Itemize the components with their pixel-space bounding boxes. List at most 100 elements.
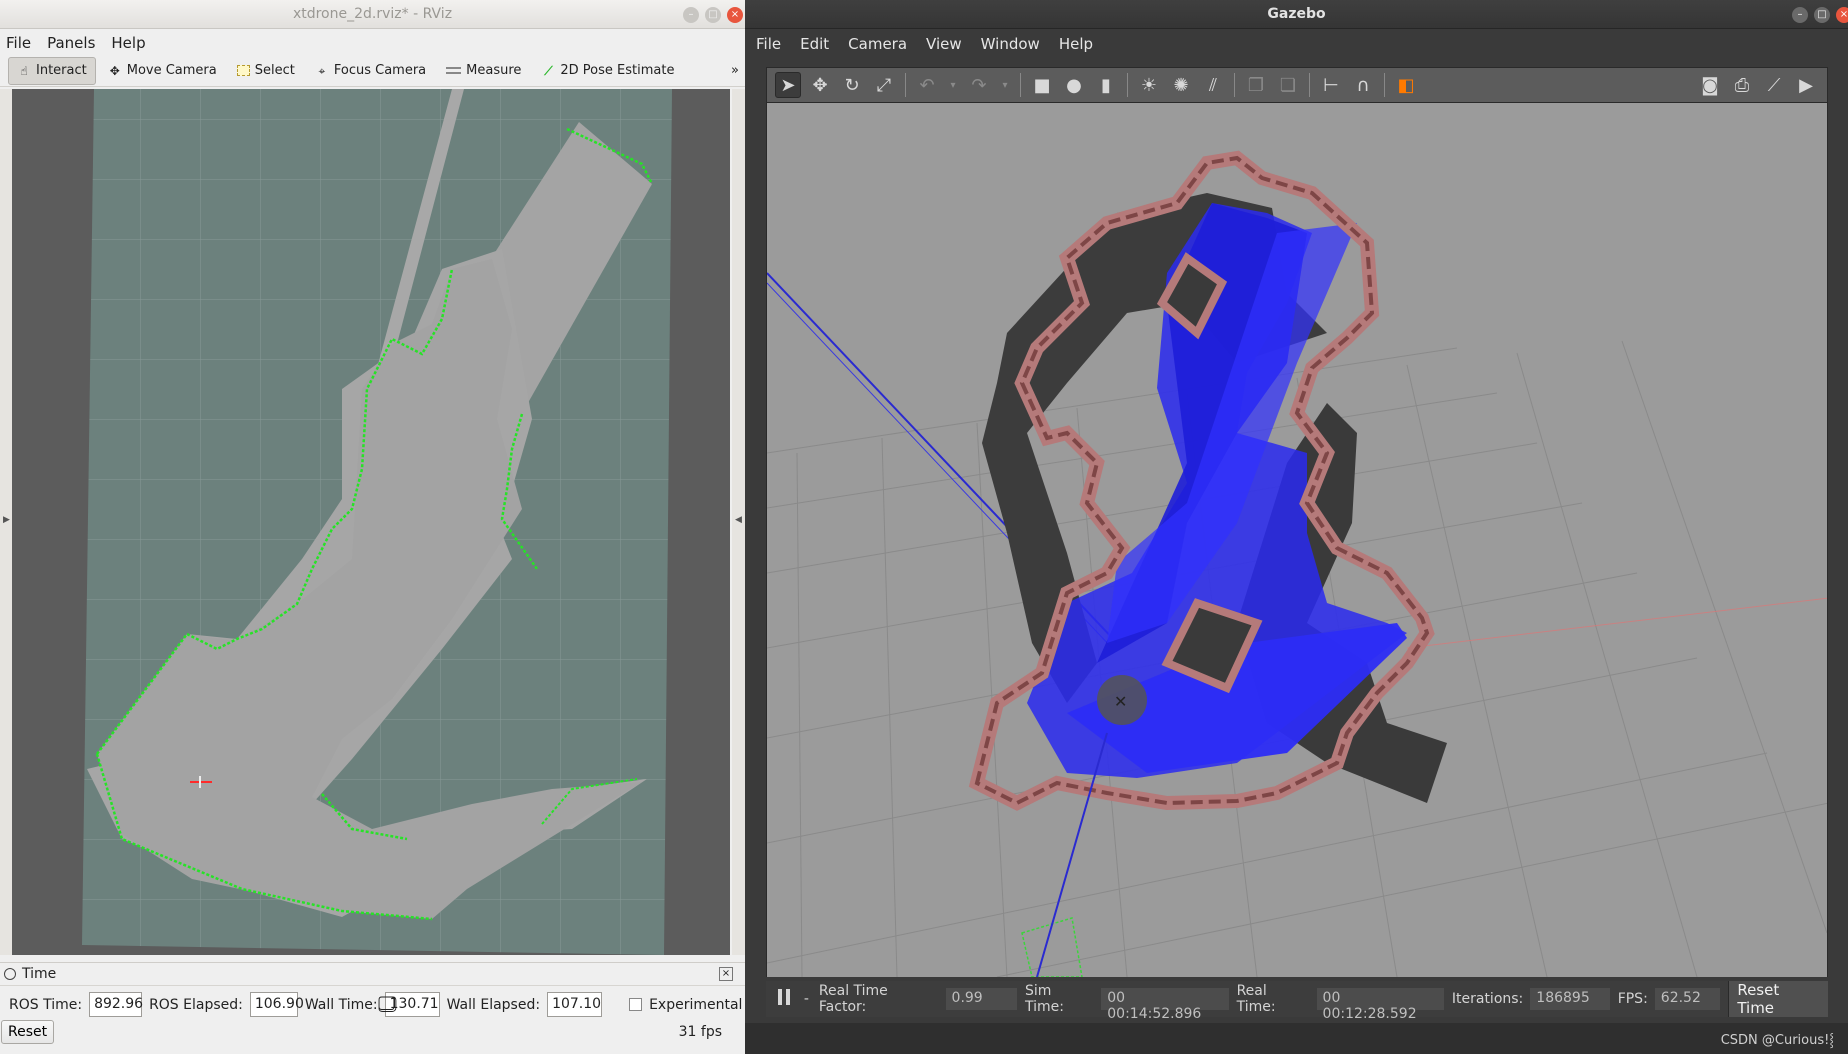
left-dock-handle[interactable]: ▶ [0,89,12,955]
gz-menu-edit[interactable]: Edit [800,35,829,53]
gz-menu-help[interactable]: Help [1059,35,1093,53]
rviz-3d-view[interactable] [12,89,730,955]
rviz-titlebar[interactable]: xtdrone_2d.rviz* - RViz – □ × [0,0,745,29]
gazebo-3d-view[interactable]: ✕ [766,103,1828,977]
sim-time-label: Sim Time: [1025,983,1064,1015]
change-view-icon[interactable]: ◧ [1393,72,1419,98]
fps-readout: 31 fps [678,1024,722,1040]
drone-icon: ✕ [1114,692,1127,711]
menu-help[interactable]: Help [111,32,145,52]
paste-icon[interactable]: ❏ [1275,72,1301,98]
panel-close-icon[interactable]: × [719,967,733,981]
experimental-checkbox[interactable] [629,998,643,1011]
sim-time-field: 00 00:14:52.896 [1101,988,1229,1022]
gazebo-window: Gazebo – □ × File Edit Camera View Windo… [745,0,1848,1054]
gazebo-status-bar: - Real Time Factor: 0.99 Sim Time: 00 00… [766,981,1828,1022]
pause-icon[interactable] [778,989,796,1009]
hand-icon: ☝ [20,63,28,78]
tool-select[interactable]: Select [229,57,303,85]
real-time-factor-label: Real Time Factor: [818,983,888,1015]
select-mode-icon[interactable]: ➤ [775,72,801,98]
toolbar-overflow-icon[interactable]: » [731,63,739,78]
gz-menu-window[interactable]: Window [981,35,1040,53]
real-time-label: Real Time: [1236,983,1276,1015]
time-row: ROS Time: 892.96 ROS Elapsed: 106.90 Wal… [0,986,745,1017]
rotate-mode-icon[interactable]: ↻ [839,72,865,98]
ruler-icon [446,67,462,74]
gazebo-menubar: File Edit Camera View Window Help [745,29,1848,58]
gazebo-titlebar[interactable]: Gazebo – □ × [745,0,1848,29]
wall-elapsed-label: Wall Elapsed: [446,996,541,1013]
plot-icon[interactable]: ⟋ [1761,72,1787,98]
video-record-icon[interactable]: ▶ [1793,72,1819,98]
reset-time-button[interactable]: Reset Time [1728,981,1828,1017]
cylinder-shape-icon[interactable]: ▮ [1093,72,1119,98]
real-time-field: 00 00:12:28.592 [1316,988,1444,1022]
gazebo-footer [745,1023,1848,1054]
ros-time-field[interactable]: 892.96 [89,992,143,1017]
clock-icon [4,968,16,980]
undo-icon[interactable]: ↶ [914,72,940,98]
gz-menu-camera[interactable]: Camera [848,35,907,53]
focus-camera-icon: ⌖ [318,63,326,78]
real-time-factor-field: 0.99 [945,988,1018,1010]
right-dock-handle[interactable]: ◀ [732,89,745,955]
directional-light-icon[interactable]: ⫽ [1200,72,1226,98]
iterations-field: 186895 [1530,988,1610,1010]
box-shape-icon[interactable]: ■ [1029,72,1055,98]
redo-icon[interactable]: ↷ [966,72,992,98]
align-icon[interactable]: ⊢ [1318,72,1344,98]
minimize-icon[interactable]: – [1792,7,1808,23]
experimental-label: Experimental [649,996,743,1013]
wall-time-field[interactable]: ⃣130.71 [384,992,440,1017]
select-icon [236,65,250,76]
gazebo-scene: ✕ [767,103,1827,977]
tool-move-camera[interactable]: ✥ Move Camera [100,57,225,85]
copy-icon[interactable]: ❐ [1243,72,1269,98]
maximize-icon[interactable]: □ [705,7,721,23]
screenshot-icon[interactable]: ◙ [1697,72,1723,98]
pose-arrow-icon: ⟋ [544,63,553,78]
occupancy-map [12,89,730,955]
ros-elapsed-field[interactable]: 106.90 [249,992,304,1017]
scale-mode-icon[interactable]: ⤢ [871,72,897,98]
tool-measure[interactable]: Measure [438,57,529,85]
time-panel: Time × ROS Time: 892.96 ROS Elapsed: 106… [0,962,745,1054]
time-panel-title: Time [22,966,57,982]
point-light-icon[interactable]: ☀ [1136,72,1162,98]
translate-mode-icon[interactable]: ✥ [807,72,833,98]
maximize-icon[interactable]: □ [1814,7,1830,23]
gz-menu-file[interactable]: File [756,35,781,53]
time-panel-header: Time × [0,963,745,986]
log-icon[interactable]: ⎙ [1729,72,1755,98]
iterations-label: Iterations: [1451,991,1524,1007]
menu-file[interactable]: File [6,32,31,52]
gazebo-window-title: Gazebo [1267,6,1326,22]
sphere-shape-icon[interactable]: ● [1061,72,1087,98]
rviz-menubar: File Panels Help [0,29,745,54]
rviz-window-title: xtdrone_2d.rviz* - RViz [292,6,453,22]
minimize-icon[interactable]: – [683,7,699,23]
watermark-text: CSDN @Curious!⸾ [1720,1033,1834,1048]
fps-field: 62.52 [1654,988,1721,1010]
tool-2d-pose-estimate[interactable]: ⟋ 2D Pose Estimate [533,57,682,85]
menu-panels[interactable]: Panels [47,32,95,52]
rviz-toolbar: ☝ Interact ✥ Move Camera Select ⌖ Focus … [0,55,745,87]
snap-icon[interactable]: ∩ [1350,72,1376,98]
tool-focus-camera[interactable]: ⌖ Focus Camera [307,57,434,85]
close-icon[interactable]: × [1836,7,1848,23]
fps-label: FPS: [1617,991,1648,1007]
wall-time-label: Wall Time: [304,996,378,1013]
redo-dropdown-icon[interactable]: ▾ [998,72,1012,98]
ros-time-label: ROS Time: [9,996,83,1013]
status-dash: - [803,991,809,1007]
reset-button[interactable]: Reset [1,1020,55,1044]
undo-dropdown-icon[interactable]: ▾ [946,72,960,98]
wall-elapsed-field[interactable]: 107.10 [547,992,603,1017]
close-icon[interactable]: × [727,7,743,23]
move-camera-icon: ✥ [109,63,120,78]
spot-light-icon[interactable]: ✺ [1168,72,1194,98]
gz-menu-view[interactable]: View [926,35,962,53]
gazebo-toolbar: ➤ ✥ ↻ ⤢ ↶ ▾ ↷ ▾ ■ ● ▮ ☀ ✺ ⫽ ❐ ❏ ⊢ ∩ ◧ ◙ … [766,67,1828,103]
tool-interact[interactable]: ☝ Interact [8,56,96,85]
